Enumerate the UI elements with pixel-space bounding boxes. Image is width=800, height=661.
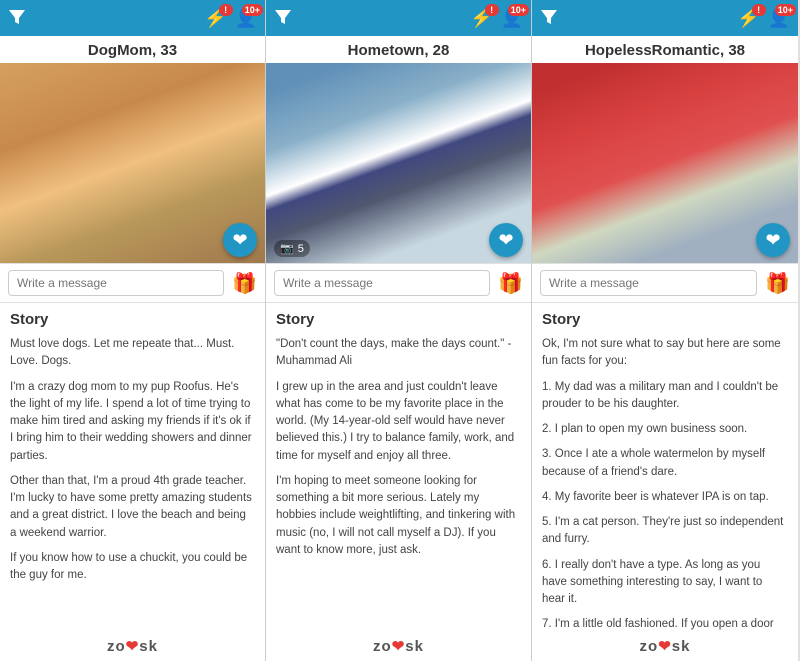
story-text: Ok, I'm not sure what to say but here ar… [542,336,788,633]
photo-count-value: 5 [298,243,304,255]
filter-icon[interactable] [274,8,292,29]
gift-button[interactable]: 🎁 [498,271,523,296]
photo-actions: ❤ [756,223,790,257]
notification-messages[interactable]: ⚡! [204,8,226,29]
story-paragraph: I'm hoping to meet someone looking for s… [276,473,521,559]
badge-messages: ! [219,4,233,16]
story-paragraph: 5. I'm a cat person. They're just so ind… [542,514,788,549]
gift-button[interactable]: 🎁 [232,271,257,296]
story-section: Story "Don't count the days, make the day… [266,303,531,633]
story-paragraph: Other than that, I'm a proud 4th grade t… [10,473,255,542]
card-dogmom: ⚡! 👤10+ DogMom, 33 ❤ 🎁 Story Must love dogs. L… [0,0,266,661]
zoosk-heart-icon: ❤ [658,638,672,655]
top-bar-left [8,8,26,29]
story-paragraph: 6. I really don't have a type. As long a… [542,557,788,609]
story-paragraph: 2. I plan to open my own business soon. [542,421,788,438]
badge-likes: 10+ [775,4,796,16]
profile-name: HopelessRomantic, 38 [532,36,798,63]
story-paragraph: Ok, I'm not sure what to say but here ar… [542,336,788,371]
story-paragraph: 4. My favorite beer is whatever IPA is o… [542,489,788,506]
photo-actions: ❤ [223,223,257,257]
profile-photo: ❤ [532,63,798,263]
badge-likes: 10+ [242,4,263,16]
gift-button[interactable]: 🎁 [765,271,790,296]
notification-likes[interactable]: 👤10+ [235,8,257,29]
top-bar-right: ⚡! 👤10+ [733,8,790,29]
like-button[interactable]: ❤ [489,223,523,257]
story-title: Story [10,311,255,328]
profile-photo: ❤ [0,63,265,263]
top-bar: ⚡! 👤10+ [0,0,265,36]
top-bar-right: ⚡! 👤10+ [200,8,257,29]
message-area: 🎁 [266,263,531,303]
top-bar-left [540,8,558,29]
card-hopeless: ⚡! 👤10+ HopelessRomantic, 38 ❤ 🎁 Story Ok, I'm… [532,0,798,661]
badge-likes: 10+ [508,4,529,16]
zoosk-logo: zo❤sk [266,633,531,661]
card-hometown: ⚡! 👤10+ Hometown, 28 📷 5 ❤ 🎁 Story "Don't count… [266,0,532,661]
message-input[interactable] [8,270,224,296]
camera-icon: 📷 [280,242,294,255]
story-paragraph: If you know how to use a chuckit, you co… [10,550,255,585]
story-paragraph: I grew up in the area and just couldn't … [276,379,521,465]
notification-likes[interactable]: 👤10+ [501,8,523,29]
story-text: "Don't count the days, make the days cou… [276,336,521,559]
story-paragraph: 3. Once I ate a whole watermelon by myse… [542,446,788,481]
story-title: Story [276,311,521,328]
story-paragraph: I'm a crazy dog mom to my pup Roofus. He… [10,379,255,465]
zoosk-logo: zo❤sk [0,633,265,661]
badge-messages: ! [485,4,499,16]
message-area: 🎁 [532,263,798,303]
like-button[interactable]: ❤ [223,223,257,257]
story-title: Story [542,311,788,328]
photo-actions: ❤ [489,223,523,257]
story-paragraph: "Don't count the days, make the days cou… [276,336,521,371]
like-button[interactable]: ❤ [756,223,790,257]
story-section: Story Ok, I'm not sure what to say but he… [532,303,798,633]
photo-count: 📷 5 [274,240,310,257]
zoosk-heart-icon: ❤ [126,638,140,655]
badge-messages: ! [752,4,766,16]
story-paragraph: 7. I'm a little old fashioned. If you op… [542,616,788,633]
top-bar: ⚡! 👤10+ [532,0,798,36]
zoosk-logo: zo❤sk [532,633,798,661]
message-input[interactable] [540,270,757,296]
notification-likes[interactable]: 👤10+ [768,8,790,29]
top-bar: ⚡! 👤10+ [266,0,531,36]
story-section: Story Must love dogs. Let me repeate that… [0,303,265,633]
story-paragraph: Must love dogs. Let me repeate that... M… [10,336,255,371]
top-bar-left [274,8,292,29]
filter-icon[interactable] [8,8,26,29]
zoosk-heart-icon: ❤ [392,638,406,655]
profile-photo: 📷 5 ❤ [266,63,531,263]
profile-name: DogMom, 33 [0,36,265,63]
notification-messages[interactable]: ⚡! [737,8,759,29]
filter-icon[interactable] [540,8,558,29]
profile-name: Hometown, 28 [266,36,531,63]
story-paragraph: 1. My dad was a military man and I could… [542,379,788,414]
message-area: 🎁 [0,263,265,303]
notification-messages[interactable]: ⚡! [470,8,492,29]
message-input[interactable] [274,270,490,296]
story-text: Must love dogs. Let me repeate that... M… [10,336,255,584]
top-bar-right: ⚡! 👤10+ [466,8,523,29]
